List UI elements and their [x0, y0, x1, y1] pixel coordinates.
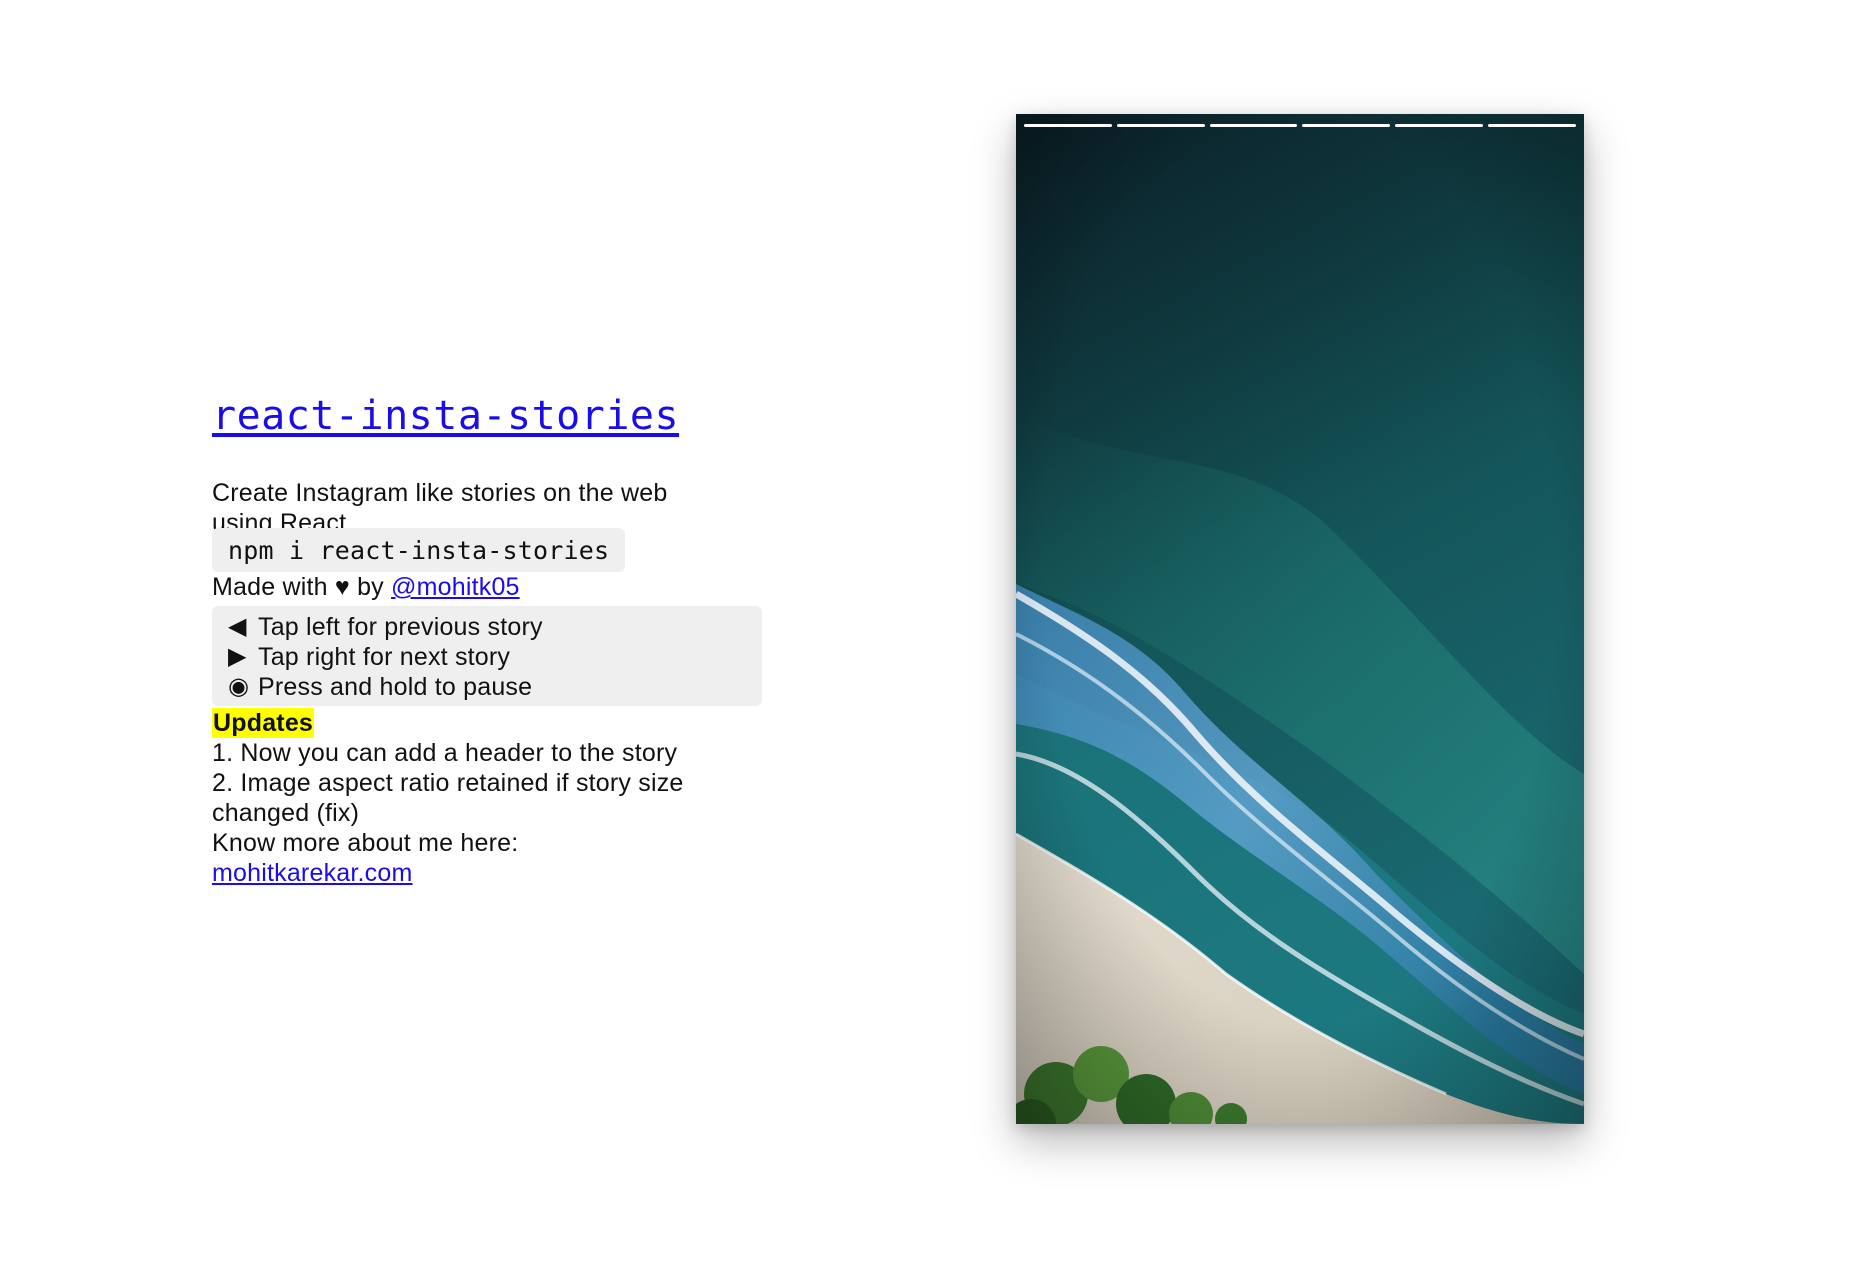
- story-progress-fill: [1209, 124, 1298, 127]
- story-progress-bar: [1488, 124, 1576, 127]
- next-story-zone[interactable]: [1300, 114, 1584, 1124]
- record-circle-icon: ◉: [228, 673, 250, 700]
- instruction-text: Tap right for next story: [258, 643, 511, 671]
- previous-story-zone[interactable]: [1016, 114, 1300, 1124]
- instruction-next: ▶ Tap right for next story: [228, 642, 746, 672]
- description-clip: Create Instagram like stories on the web…: [212, 478, 772, 534]
- triangle-left-icon: ◀: [228, 613, 247, 640]
- info-panel: react-insta-stories Create Instagram lik…: [212, 392, 772, 888]
- instruction-previous: ◀ Tap left for previous story: [228, 612, 746, 642]
- story-progress-bar: [1209, 124, 1298, 127]
- update-item: 2. Image aspect ratio retained if story …: [212, 769, 684, 827]
- story-progress-bar: [1395, 124, 1484, 127]
- page-title-link[interactable]: react-insta-stories: [212, 392, 679, 440]
- story-progress-fill: [1302, 124, 1391, 127]
- story-progress: [1024, 124, 1576, 127]
- know-more-text: Know more about me here:: [212, 829, 519, 857]
- story-progress-bar: [1116, 124, 1205, 127]
- instructions-box: ◀ Tap left for previous story ▶ Tap righ…: [212, 606, 762, 706]
- story-progress-bar: [1302, 124, 1391, 127]
- instruction-text: Tap left for previous story: [258, 613, 543, 641]
- triangle-right-icon: ▶: [228, 643, 247, 670]
- description: Create Instagram like stories on the web…: [212, 479, 668, 534]
- story-progress-fill: [1488, 124, 1576, 127]
- npm-install-command: npm i react-insta-stories: [212, 528, 626, 572]
- updates-label: Updates: [212, 708, 315, 738]
- instruction-pause: ◉ Press and hold to pause: [228, 672, 746, 702]
- story-progress-bar: [1024, 124, 1112, 127]
- instruction-text: Press and hold to pause: [258, 673, 533, 701]
- author-link[interactable]: @mohitk05: [391, 573, 520, 601]
- story-progress-fill: [1024, 124, 1112, 127]
- website-link[interactable]: mohitkarekar.com: [212, 859, 413, 887]
- update-item: 1. Now you can add a header to the story: [212, 739, 678, 767]
- made-with-line: Made with ♥ by @mohitk05: [212, 572, 772, 602]
- story-viewer[interactable]: [1016, 114, 1584, 1124]
- made-with-text: Made with ♥ by: [212, 573, 392, 601]
- story-progress-fill: [1116, 124, 1205, 127]
- story-progress-fill: [1395, 124, 1484, 127]
